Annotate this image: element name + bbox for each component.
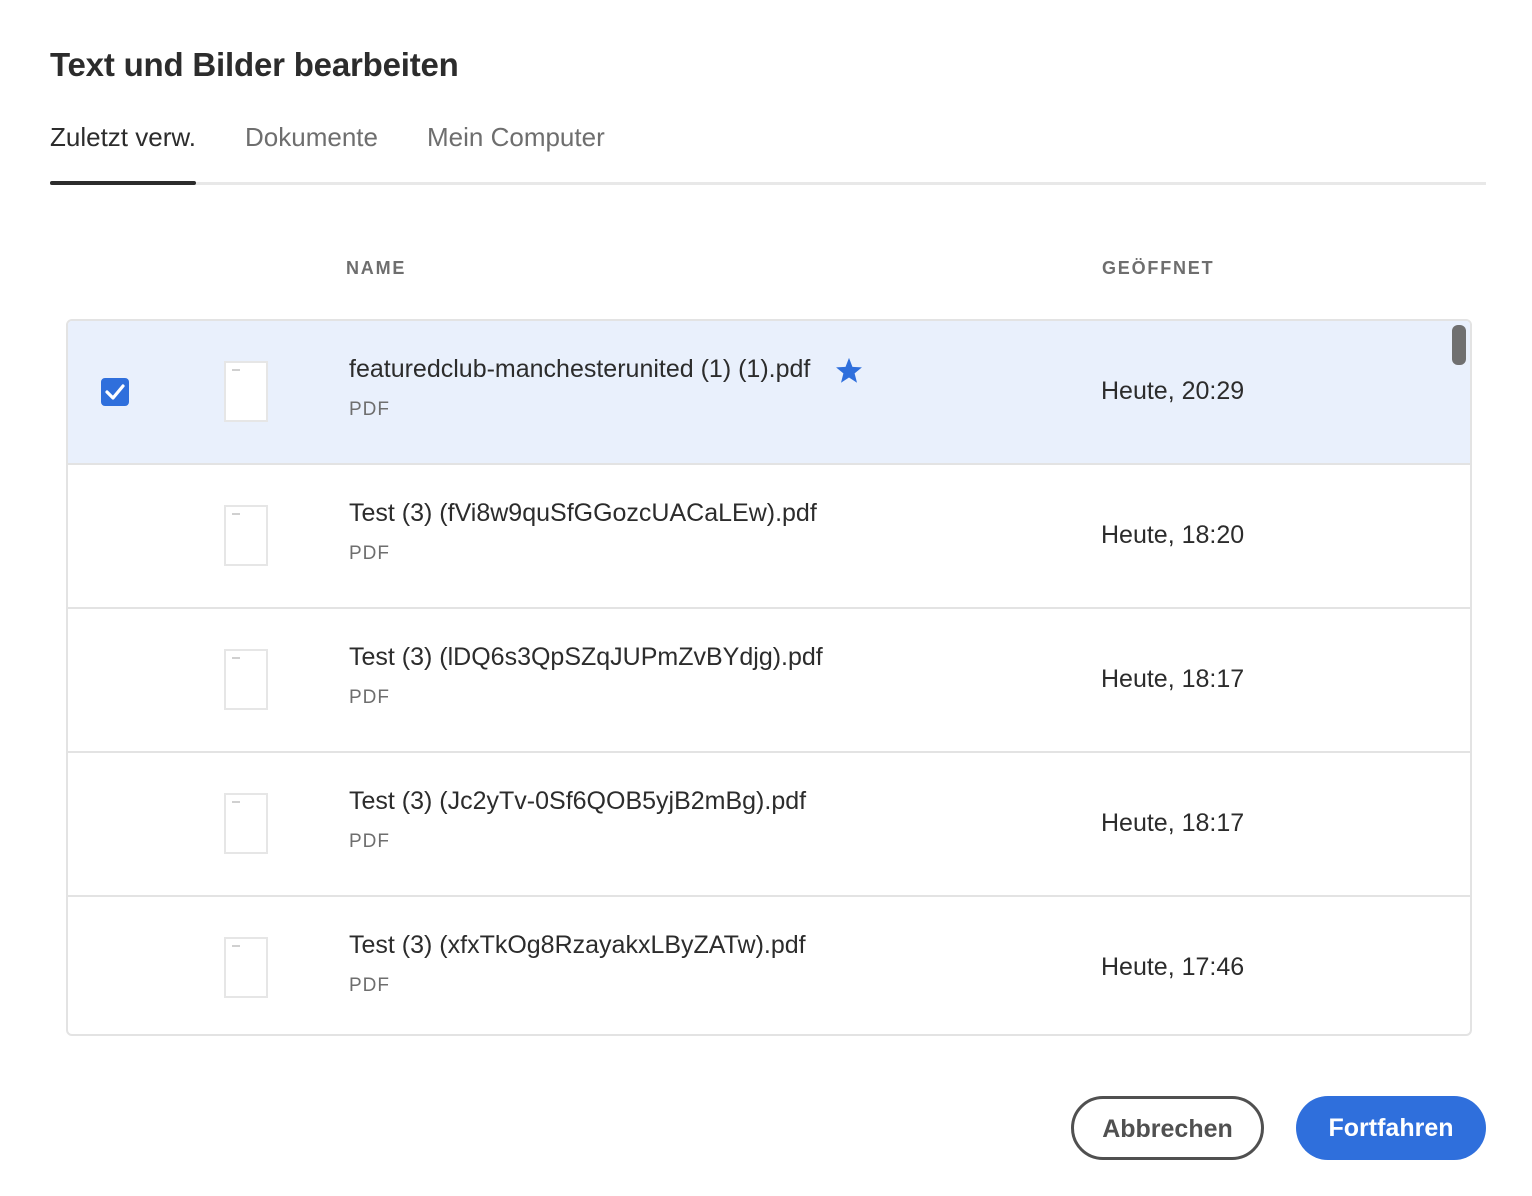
file-name: Test (3) (lDQ6s3QpSZqJUPmZvBYdjg).pdf <box>349 643 823 671</box>
active-tab-indicator <box>50 181 196 185</box>
file-name: Test (3) (fVi8w9quSfGGozcUACaLEw).pdf <box>349 499 817 527</box>
pdf-thumbnail <box>224 361 268 422</box>
file-row[interactable]: Test (3) (lDQ6s3QpSZqJUPmZvBYdjg).pdf PD… <box>68 609 1470 753</box>
scrollbar-thumb[interactable] <box>1452 325 1466 365</box>
cancel-button[interactable]: Abbrechen <box>1071 1096 1264 1160</box>
checkmark-icon <box>105 384 125 400</box>
pdf-thumbnail <box>224 505 268 566</box>
pdf-thumbnail <box>224 793 268 854</box>
file-row[interactable]: featuredclub-manchesterunited (1) (1).pd… <box>68 321 1470 465</box>
file-row[interactable]: Test (3) (xfxTkOg8RzayakxLByZATw).pdf PD… <box>68 897 1470 1034</box>
file-row[interactable]: Test (3) (fVi8w9quSfGGozcUACaLEw).pdf PD… <box>68 465 1470 609</box>
column-header-opened[interactable]: GEÖFFNET <box>1102 258 1214 279</box>
opened-time: Heute, 18:17 <box>1101 809 1245 837</box>
file-type: PDF <box>349 975 390 996</box>
file-type: PDF <box>349 831 390 852</box>
opened-time: Heute, 20:29 <box>1101 377 1245 405</box>
pdf-thumbnail <box>224 649 268 710</box>
pdf-thumbnail <box>224 937 268 998</box>
file-list: featuredclub-manchesterunited (1) (1).pd… <box>66 319 1472 1036</box>
column-header-name[interactable]: NAME <box>346 258 406 279</box>
tab-documents[interactable]: Dokumente <box>245 118 378 185</box>
dialog-title: Text und Bilder bearbeiten <box>50 46 459 83</box>
tab-recent[interactable]: Zuletzt verw. <box>50 118 196 185</box>
opened-time: Heute, 18:17 <box>1101 665 1245 693</box>
file-name: featuredclub-manchesterunited (1) (1).pd… <box>349 355 811 383</box>
continue-button[interactable]: Fortfahren <box>1296 1096 1486 1160</box>
file-type: PDF <box>349 687 390 708</box>
file-type: PDF <box>349 399 390 420</box>
row-checkbox-checked[interactable] <box>101 378 129 406</box>
file-type: PDF <box>349 543 390 564</box>
file-name: Test (3) (xfxTkOg8RzayakxLByZATw).pdf <box>349 931 806 959</box>
file-name: Test (3) (Jc2yTv-0Sf6QOB5yjB2mBg).pdf <box>349 787 807 815</box>
opened-time: Heute, 18:20 <box>1101 521 1245 549</box>
tab-bar: Zuletzt verw. Dokumente Mein Computer <box>50 118 1486 186</box>
opened-time: Heute, 17:46 <box>1101 953 1245 981</box>
file-row[interactable]: Test (3) (Jc2yTv-0Sf6QOB5yjB2mBg).pdf PD… <box>68 753 1470 897</box>
edit-text-images-dialog: Text und Bilder bearbeiten Zuletzt verw.… <box>0 0 1532 1196</box>
tab-my-computer[interactable]: Mein Computer <box>427 118 605 185</box>
star-icon[interactable] <box>833 355 865 387</box>
